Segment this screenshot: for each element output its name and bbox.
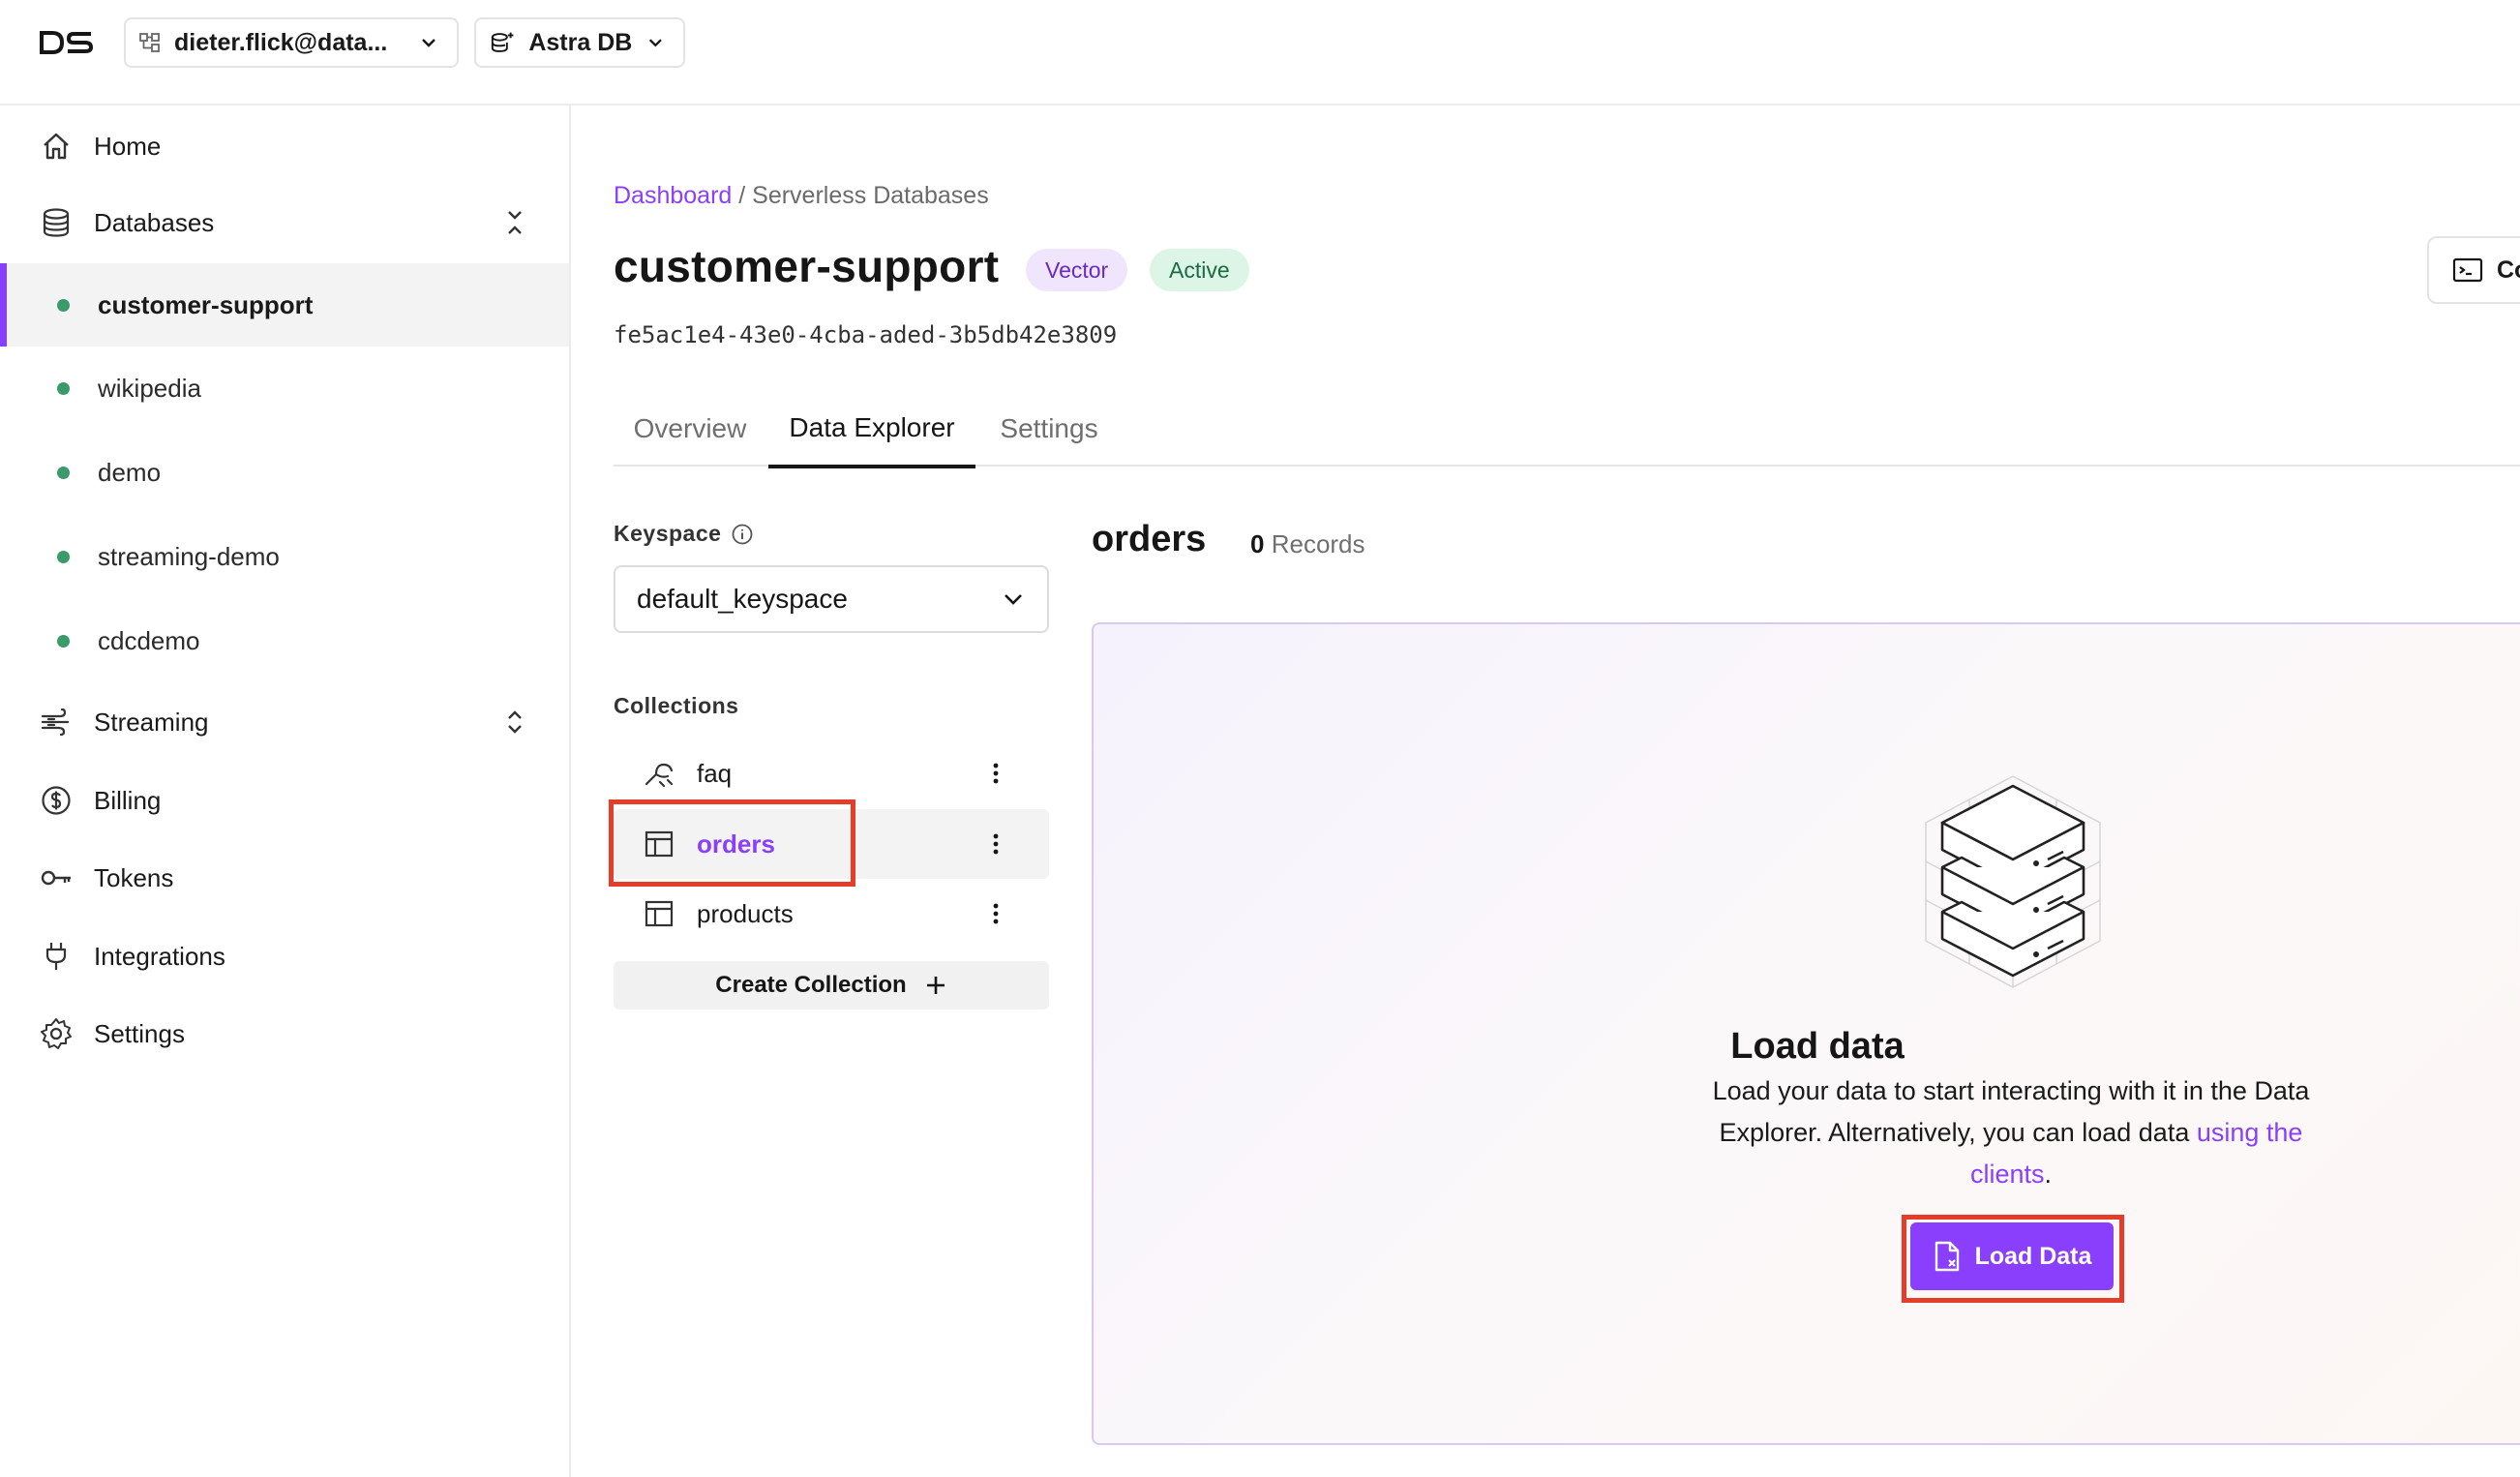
breadcrumb-current: Serverless Databases (752, 182, 989, 209)
sidebar-item-label: Databases (94, 207, 215, 237)
sidebar-database-customer-support[interactable]: customer-support (0, 263, 569, 347)
database-id: fe5ac1e4-43e0-4cba-aded-3b5db42e3809 (614, 321, 1118, 348)
table-icon (645, 830, 674, 858)
overflow-menu-icon[interactable] (981, 759, 1010, 788)
create-collection-label: Create Collection (715, 972, 907, 998)
expand-icon[interactable] (501, 708, 528, 737)
status-dot (57, 298, 70, 312)
sidebar-item-label: Home (94, 131, 162, 161)
plus-icon (926, 977, 945, 994)
empty-state-text-end: . (2044, 1160, 2053, 1189)
status-dot (57, 550, 70, 563)
org-hierarchy-icon (139, 33, 160, 52)
keyspace-label: Keyspace (614, 521, 754, 547)
datastax-logo[interactable] (39, 29, 95, 56)
top-bar: dieter.flick@data... Astra DB (0, 0, 2520, 106)
status-dot (57, 634, 70, 648)
sidebar-item-tokens[interactable]: Tokens (0, 843, 569, 913)
sidebar-item-billing[interactable]: Billing (0, 766, 569, 835)
sidebar: Home Databases customer-support wikipedi… (0, 106, 571, 1477)
tab-settings[interactable]: Settings (979, 391, 1119, 467)
empty-state-title: Load data (1730, 1026, 1905, 1067)
plug-icon (45, 943, 67, 970)
overflow-menu-icon[interactable] (981, 829, 1010, 859)
connect-label: Co (2497, 256, 2520, 284)
chevron-down-icon (1005, 594, 1022, 605)
database-name: cdcdemo (98, 625, 200, 655)
tab-data-explorer[interactable]: Data Explorer (768, 391, 975, 468)
database-add-icon (491, 32, 514, 52)
sidebar-item-label: Streaming (94, 707, 209, 737)
sidebar-database-streaming-demo[interactable]: streaming-demo (0, 515, 569, 598)
type-badge: Vector (1026, 249, 1128, 291)
keyspace-select[interactable]: default_keyspace (614, 565, 1049, 633)
database-name: customer-support (98, 289, 314, 319)
collection-item-orders[interactable]: orders (614, 809, 1049, 879)
home-icon (44, 133, 69, 160)
chevron-down-icon (422, 39, 435, 47)
sidebar-item-streaming[interactable]: Streaming (0, 687, 569, 757)
collapse-icon[interactable] (501, 208, 528, 237)
breadcrumb-link-dashboard[interactable]: Dashboard (614, 182, 732, 209)
record-count-value: 0 (1250, 529, 1265, 558)
database-name: streaming-demo (98, 541, 280, 571)
organization-selector[interactable]: dieter.flick@data... (124, 17, 459, 68)
sidebar-item-home[interactable]: Home (0, 111, 569, 181)
status-dot (57, 381, 70, 395)
dollar-icon (42, 786, 71, 815)
keyspace-label-text: Keyspace (614, 521, 722, 546)
chevron-down-icon (649, 39, 663, 47)
sidebar-database-wikipedia[interactable]: wikipedia (0, 347, 569, 430)
database-name: demo (98, 457, 162, 487)
page-title: customer-support (614, 241, 1000, 291)
empty-state-description: Load your data to start interacting with… (1692, 1070, 2330, 1195)
server-stack-illustration (1925, 775, 2101, 988)
sidebar-database-demo[interactable]: demo (0, 431, 569, 514)
collection-name: faq (697, 758, 733, 788)
record-count-label: Records (1271, 529, 1365, 558)
sidebar-item-label: Settings (94, 1018, 185, 1048)
keyspace-value: default_keyspace (637, 584, 848, 614)
load-data-button[interactable]: Load Data (1910, 1222, 2114, 1290)
status-badge: Active (1150, 249, 1249, 291)
sidebar-item-label: Tokens (94, 862, 174, 892)
gear-icon (41, 1018, 72, 1049)
sidebar-item-label: Integrations (94, 941, 225, 971)
table-icon (645, 900, 674, 927)
sidebar-item-label: Billing (94, 785, 162, 815)
sidebar-item-settings[interactable]: Settings (0, 999, 569, 1069)
streaming-icon (41, 708, 70, 737)
sidebar-item-integrations[interactable]: Integrations (0, 921, 569, 991)
record-count: 0 Records (1250, 529, 1365, 559)
connect-button[interactable]: Co (2427, 236, 2520, 304)
organization-name: dieter.flick@data... (174, 28, 388, 56)
breadcrumb: Dashboard / Serverless Databases (614, 182, 989, 210)
database-name: wikipedia (98, 373, 201, 403)
product-selector[interactable]: Astra DB (474, 17, 685, 68)
load-data-label: Load Data (1974, 1242, 2092, 1270)
key-icon (41, 870, 71, 886)
vector-collection-icon (645, 763, 674, 788)
file-upload-icon (1935, 1241, 1959, 1272)
collection-item-products[interactable]: products (614, 879, 1049, 949)
sidebar-item-databases[interactable]: Databases (0, 188, 569, 257)
status-dot (57, 466, 70, 479)
create-collection-button[interactable]: Create Collection (614, 961, 1049, 1010)
breadcrumb-separator: / (732, 182, 753, 209)
tab-bar: Overview Data Explorer Settings (614, 391, 2520, 468)
info-icon[interactable] (731, 523, 754, 546)
database-icon (43, 208, 70, 237)
collection-name: orders (697, 829, 775, 859)
overflow-menu-icon[interactable] (981, 899, 1010, 928)
collection-title: orders (1092, 519, 1207, 559)
product-name: Astra DB (528, 28, 633, 56)
sidebar-database-cdcdemo[interactable]: cdcdemo (0, 599, 569, 682)
collections-label: Collections (614, 693, 739, 718)
tab-overview[interactable]: Overview (614, 391, 766, 467)
terminal-icon (2452, 257, 2483, 283)
collection-name: products (697, 898, 794, 928)
collection-item-faq[interactable]: faq (614, 738, 1049, 808)
